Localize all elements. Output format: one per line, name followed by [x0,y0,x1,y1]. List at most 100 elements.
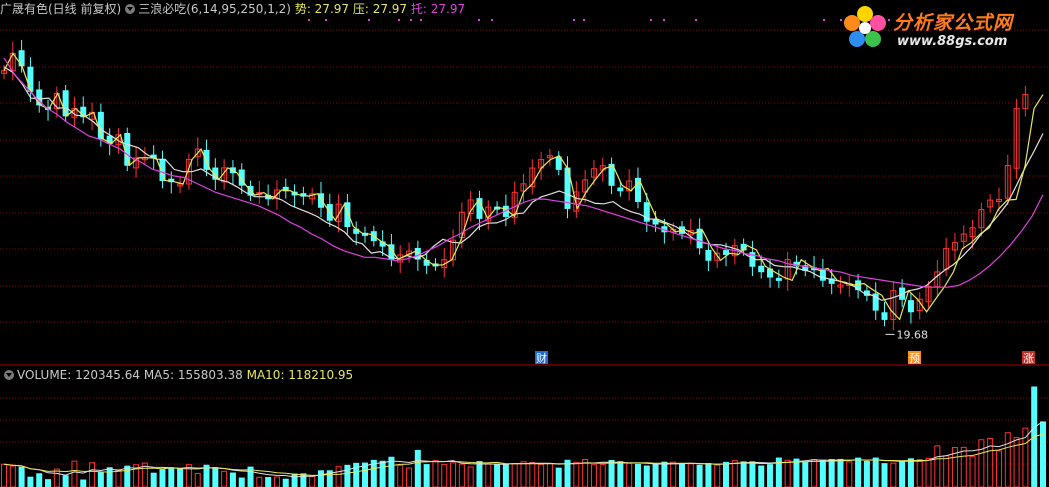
volume-bar-43 [379,460,386,487]
candle-body-93 [819,269,826,281]
volume-bar-74 [652,463,659,487]
signal-dot-5 [420,19,422,21]
volume-bar-19 [168,467,175,487]
indicator-title: 三浪必吃(6,14,95,250,1,2) [138,2,291,16]
cai-marker-label: 财 [536,351,547,365]
ma5-value: MA5: 155803.38 [143,368,243,382]
flower-logo-icon [844,6,886,47]
volume-bar-94 [828,459,835,487]
volume-bar-6 [53,468,60,487]
volume-bar-93 [819,459,826,487]
volume-bar-114 [1004,432,1011,487]
volume-bar-47 [414,449,421,487]
signal-dot-3 [398,19,400,21]
volume-dropdown-icon[interactable] [4,370,14,380]
signal-dot-7 [491,19,493,21]
volume-bar-59 [520,461,527,487]
volume-bar-113 [995,450,1002,487]
volume-bar-12 [106,467,113,487]
signal-dot-6 [478,19,480,21]
volume-bar-109 [960,446,967,487]
volume-bar-52 [458,463,465,487]
volume-bar-56 [494,463,501,487]
volume-bar-45 [397,464,404,487]
tuo-value: 托: 27.97 [410,2,466,16]
ma10-value: MA10: 118210.95 [246,368,354,382]
volume-bar-51 [450,462,457,487]
volume-bar-97 [855,457,862,487]
volume-bar-33 [291,473,298,487]
signal-dot-0 [308,19,310,21]
chart-markers: 19.68 财 预 涨 [535,328,1035,365]
volume-bar-46 [406,467,413,487]
volume-bar-60 [529,462,536,487]
volume-bar-22 [194,472,201,487]
volume-bar-48 [423,464,430,487]
ya-value: 压: 27.97 [352,2,408,16]
volume-bar-96 [846,461,853,487]
yu-marker-label: 预 [909,352,920,365]
volume-bar-92 [811,459,818,487]
volume-bar-2 [18,466,25,487]
volume-bar-26 [229,472,236,487]
candle-body-80 [705,249,712,261]
volume-bar-32 [282,478,289,487]
volume-bar-57 [502,463,509,487]
signal-dot-8 [573,19,575,21]
candle-body-86 [758,265,765,273]
candle-body-82 [723,250,730,255]
volume-bar-14 [124,465,131,487]
volume-bar-58 [511,463,518,487]
volume-bar-70 [617,461,624,487]
volume-bar-103 [907,458,914,487]
volume-bar-90 [793,458,800,487]
volume-bar-79 [696,464,703,487]
volume-bar-4 [36,473,43,487]
candle-body-88 [775,277,782,281]
volume-bar-99 [872,457,879,487]
volume-bar-3 [27,476,34,487]
volume-bar-11 [97,472,104,487]
volume-bar-98 [863,460,870,487]
volume-bar-83 [731,460,738,487]
volume-bar-55 [485,463,492,487]
logo-url[interactable]: www.88gs.com [897,34,1007,49]
volume-bar-102 [899,460,906,487]
volume-bar-13 [115,468,122,487]
candle-body-14 [124,132,131,166]
volume-bar-72 [634,463,641,487]
signal-dot-13 [823,19,825,21]
volume-bar-1 [9,465,16,487]
volume-bar-18 [159,469,166,487]
volume-bar-17 [150,472,157,487]
volume-bar-82 [723,461,730,487]
indicator-dropdown-icon[interactable] [125,4,136,14]
candle-body-103 [907,300,914,313]
volume-bars [1,386,1046,487]
volume-bar-67 [590,464,597,487]
volume-bar-9 [80,479,87,487]
site-logo: 分析家公式网 www.88gs.com [841,2,1041,54]
signal-dot-2 [368,19,370,21]
signal-dot-9 [583,19,585,21]
volume-bar-5 [45,479,52,487]
volume-value: VOLUME: 120345.64 [17,368,140,382]
volume-bar-110 [969,456,976,487]
signal-dot-10 [650,19,652,21]
signal-dot-12 [695,19,697,21]
volume-bar-81 [714,464,721,487]
volume-bar-106 [934,445,941,487]
volume-bar-61 [538,463,545,487]
logo-brand: 分析家公式网 [893,12,1014,34]
volume-bar-31 [273,476,280,487]
volume-bar-50 [441,463,448,487]
volume-bar-10 [89,462,96,487]
volume-bar-36 [317,470,324,487]
volume-bar-73 [643,465,650,487]
volume-bar-118 [1040,421,1046,487]
candle-body-70 [617,187,624,192]
volume-bar-7 [62,475,69,487]
volume-bar-62 [546,463,553,487]
volume-bar-68 [599,464,606,487]
volume-bar-101 [890,462,897,487]
